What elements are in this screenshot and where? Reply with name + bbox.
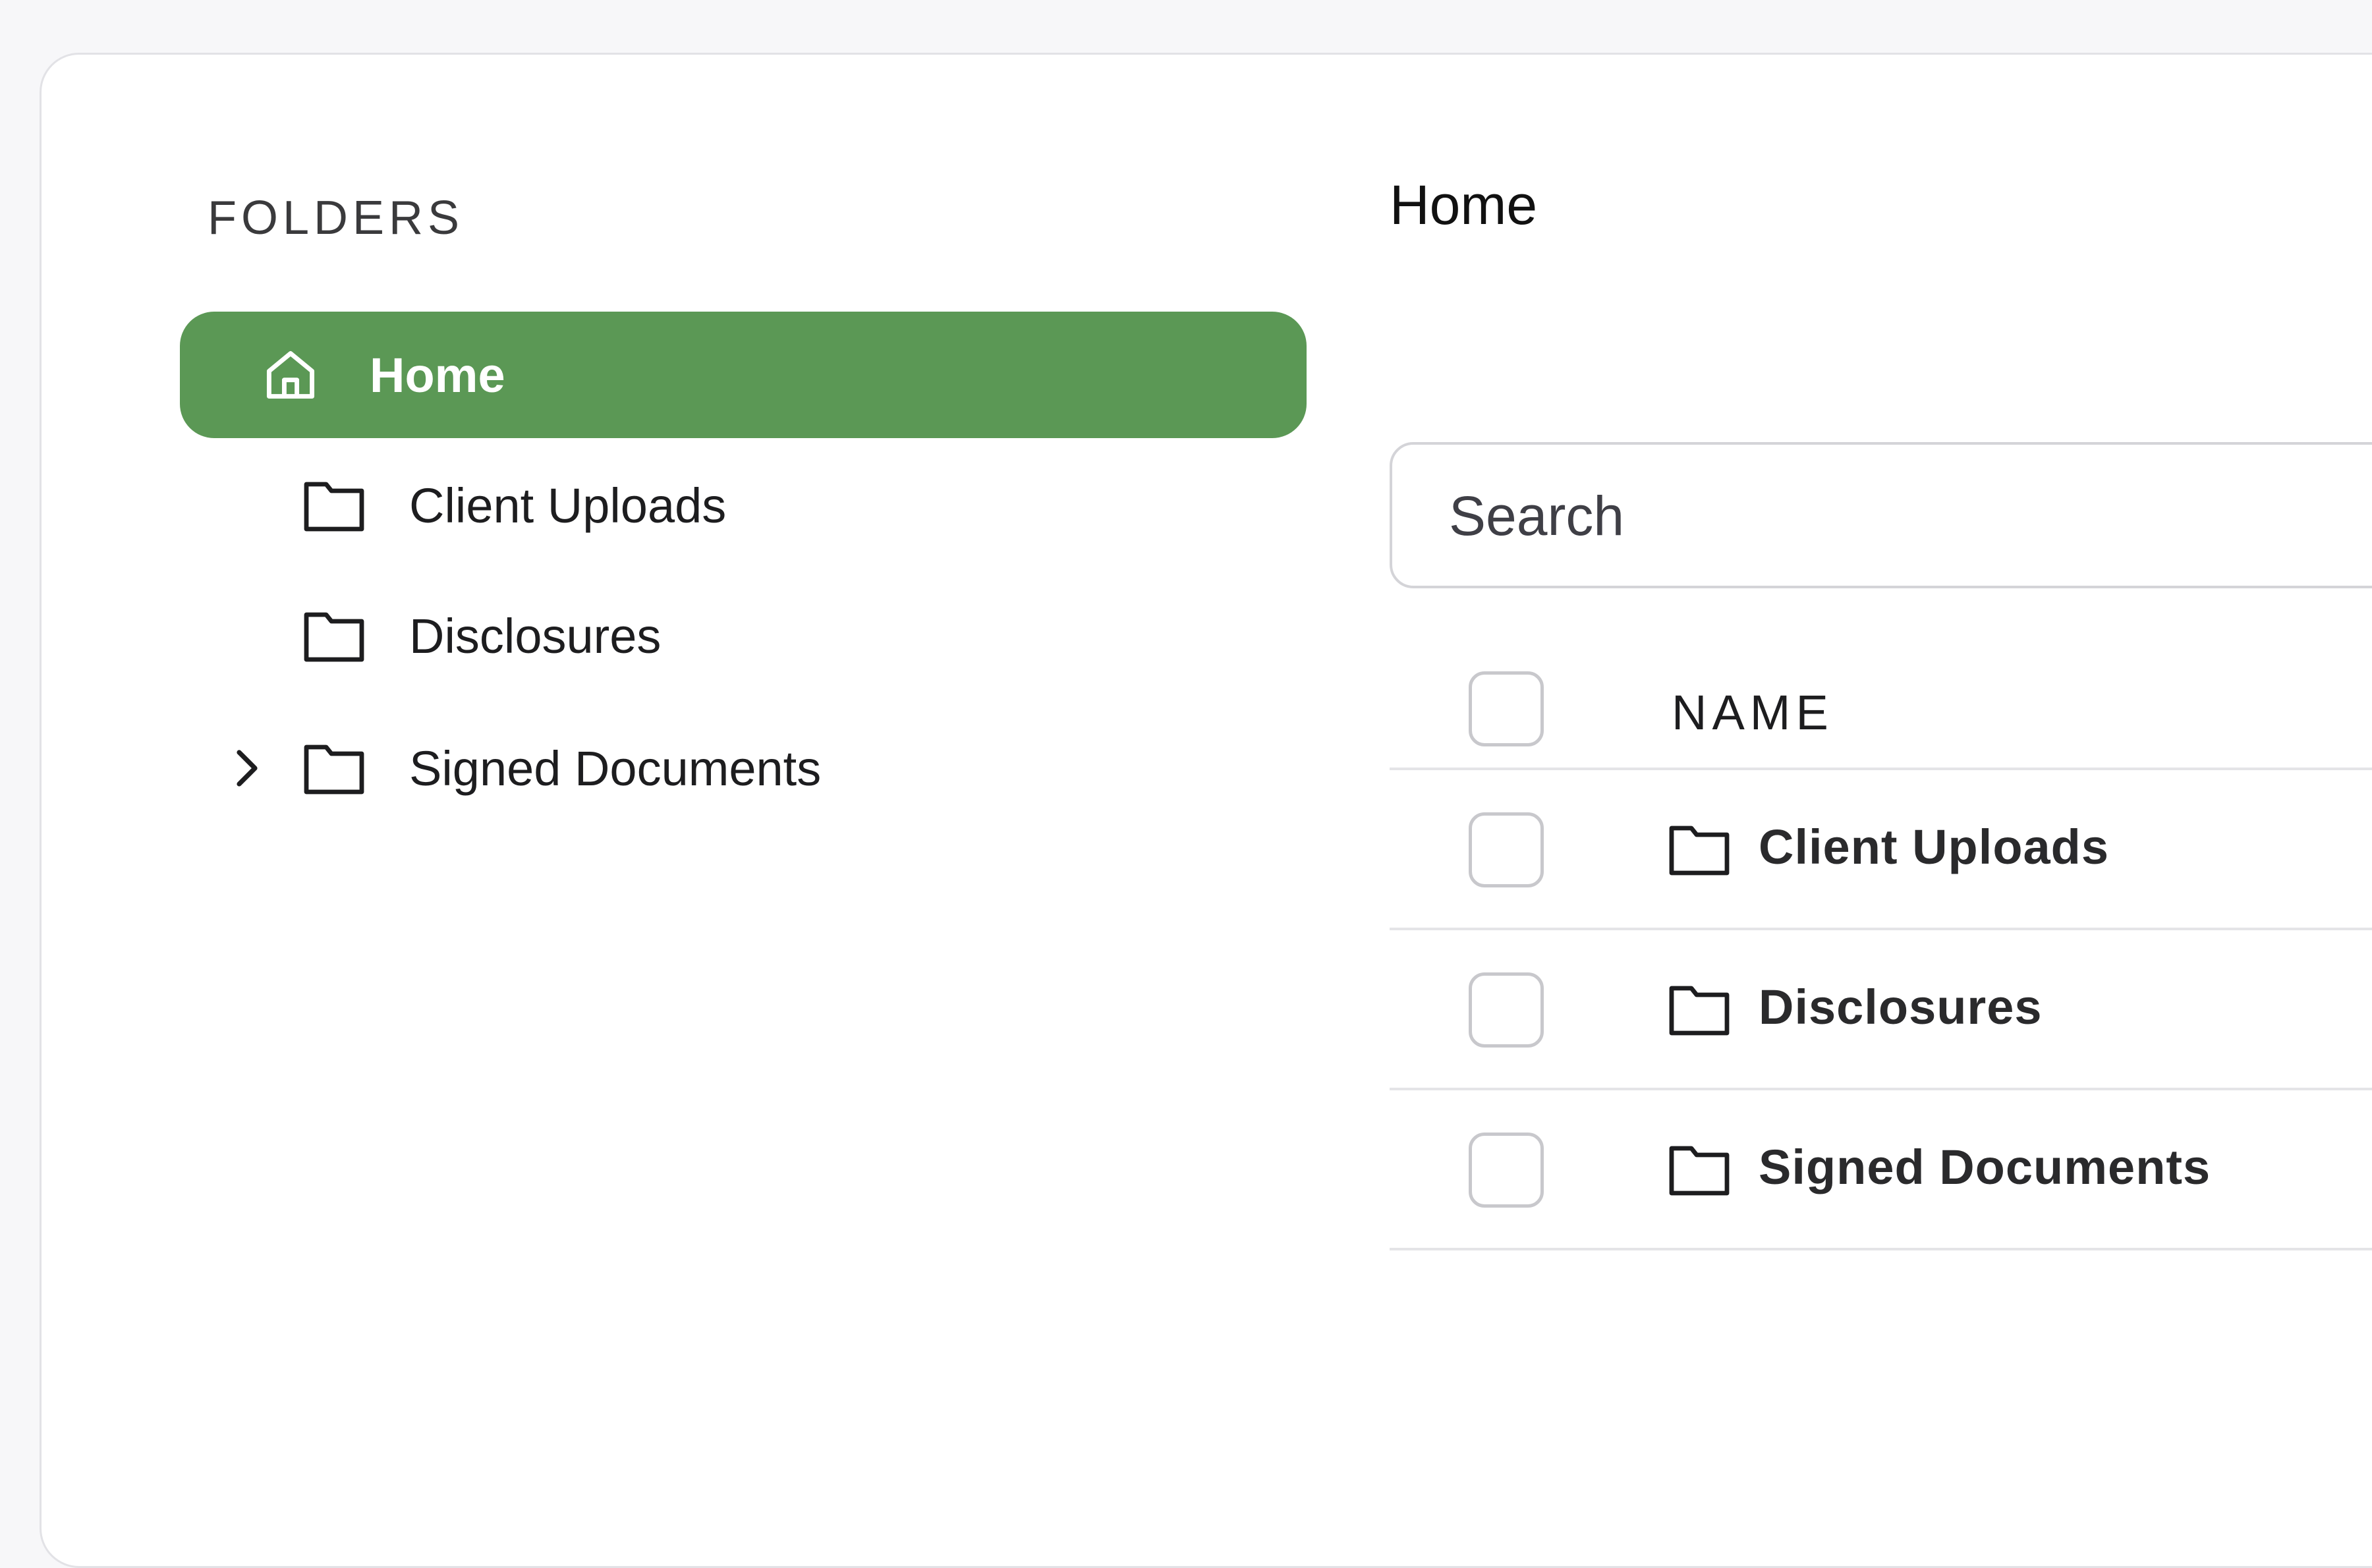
sidebar-item-home[interactable]: Home [180,312,1307,438]
search-box[interactable] [1390,442,2372,588]
sidebar-item-signed-documents[interactable]: Signed Documents [180,705,1307,831]
row-checkbox[interactable] [1469,812,1544,887]
folder-icon [1668,978,1731,1041]
row-checkbox[interactable] [1469,1133,1544,1208]
select-all-checkbox[interactable] [1469,671,1544,746]
table-row[interactable]: Signed Documents [1390,1090,2372,1250]
page-title: Home [1390,174,1538,236]
sidebar-item-disclosures[interactable]: Disclosures [180,573,1307,699]
row-name[interactable]: Client Uploads [1759,819,2109,875]
sidebar-item-client-uploads[interactable]: Client Uploads [180,442,1307,569]
chevron-right-icon[interactable] [227,748,267,788]
row-checkbox[interactable] [1469,972,1544,1048]
folder-icon [1668,1138,1731,1201]
column-header-name[interactable]: NAME [1672,685,1834,741]
folder-icon [302,474,366,537]
sidebar-item-label: Signed Documents [409,741,822,796]
search-input[interactable] [1448,445,2372,587]
home-icon [259,343,322,406]
file-browser-card: FOLDERS Home Client Uploads Disclosures … [40,53,2372,1568]
folders-heading: FOLDERS [208,192,465,244]
folder-icon [1668,818,1731,881]
row-name[interactable]: Disclosures [1759,979,2043,1035]
table-row[interactable]: Disclosures [1390,930,2372,1090]
sidebar-item-label: Client Uploads [409,478,727,533]
sidebar-item-label: Home [370,347,505,403]
folder-icon [302,737,366,800]
table-row[interactable]: Client Uploads [1390,770,2372,930]
folder-icon [302,604,366,667]
table-header: NAME [1390,648,2372,770]
sidebar-item-label: Disclosures [409,608,662,663]
row-name[interactable]: Signed Documents [1759,1139,2211,1195]
